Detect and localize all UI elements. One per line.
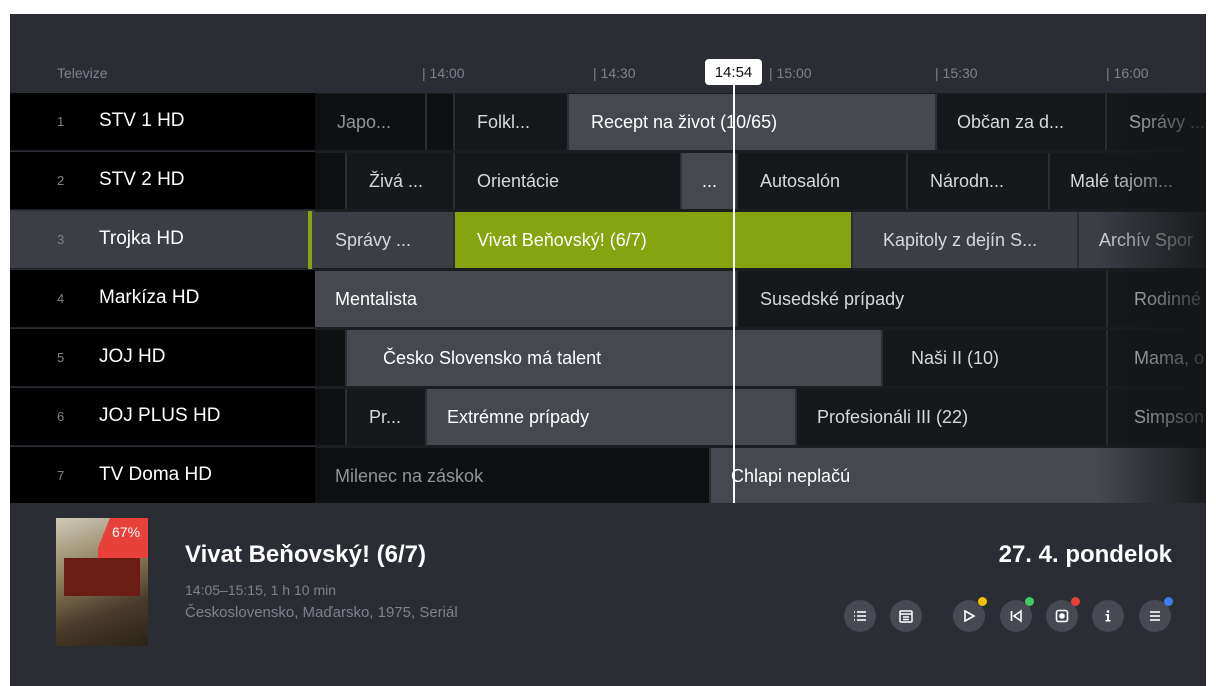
channel-number: 1 — [57, 114, 65, 129]
channel-row-selected[interactable]: 3 Trojka HD — [10, 211, 315, 269]
channel-name: Markíza HD — [99, 287, 200, 308]
program-cell[interactable]: Naši II (10) — [883, 330, 1108, 386]
program-cell — [315, 330, 347, 386]
info-icon — [1105, 610, 1111, 622]
program-cell[interactable]: Autosalón — [738, 153, 908, 209]
program-cell[interactable]: Orientácie — [455, 153, 682, 209]
program-cell[interactable]: Kapitoly z dejín S... — [853, 212, 1079, 268]
channel-row[interactable]: 2 STV 2 HD — [10, 152, 315, 210]
program-cell[interactable]: Národn... — [908, 153, 1050, 209]
time-tick: | 16:00 — [1106, 65, 1149, 81]
program-cell[interactable]: Susedské prípady — [738, 271, 1108, 327]
program-cell[interactable]: Folkl... — [455, 94, 569, 150]
program-cell[interactable]: Chlapi neplačú — [711, 448, 1206, 503]
list-icon — [854, 611, 866, 621]
calendar-button[interactable] — [890, 600, 922, 632]
channel-name: Trojka HD — [99, 228, 184, 249]
info-button[interactable] — [1092, 600, 1124, 632]
program-cell — [315, 153, 347, 209]
program-cell[interactable]: Pr... — [347, 389, 427, 445]
channel-row[interactable]: 7 TV Doma HD — [10, 447, 315, 505]
schedule-row: Živá ... Orientácie ... Autosalón Národn… — [315, 152, 1206, 210]
program-cell[interactable]: Rodinné — [1108, 271, 1206, 327]
schedule-row: Milenec na záskok Chlapi neplačú — [315, 447, 1206, 503]
channel-number: 6 — [57, 409, 65, 424]
program-meta: Československo, Maďarsko, 1975, Seriál — [185, 604, 458, 621]
green-dot — [1025, 597, 1034, 606]
time-tick: | 14:00 — [422, 65, 465, 81]
program-cell[interactable]: Mama, o — [1108, 330, 1206, 386]
progress-badge: 67% — [98, 518, 148, 558]
channel-row[interactable]: 1 STV 1 HD — [10, 93, 315, 151]
schedule-row: Japo... Folkl... Recept na život (10/65)… — [315, 93, 1206, 151]
channel-name: TV Doma HD — [99, 464, 212, 485]
program-cell-selected[interactable]: Vivat Beňovský! (6/7) — [455, 212, 853, 268]
channel-row[interactable]: 5 JOJ HD — [10, 329, 315, 387]
program-cell[interactable]: Živá ... — [347, 153, 455, 209]
time-tick: | 15:30 — [935, 65, 978, 81]
program-cell[interactable]: Správy ... — [1107, 94, 1206, 150]
menu-button[interactable] — [1139, 597, 1173, 632]
play-icon — [964, 609, 976, 623]
tv-guide-screen: Televize | 14:00 | 14:30 | 15:00 | 15:30… — [10, 14, 1206, 686]
channel-number: 5 — [57, 350, 65, 365]
program-title: Vivat Beňovský! (6/7) — [185, 541, 426, 568]
program-cell[interactable]: Malé tajom... — [1050, 153, 1206, 209]
restart-button[interactable] — [1000, 597, 1034, 632]
schedule-row: Mentalista Susedské prípady Rodinné — [315, 270, 1206, 328]
program-grid: Japo... Folkl... Recept na život (10/65)… — [315, 93, 1206, 503]
channel-number: 4 — [57, 291, 65, 306]
channel-number: 3 — [57, 232, 65, 247]
poster-artwork — [64, 558, 140, 596]
program-cell[interactable]: Profesionáli III (22) — [797, 389, 1108, 445]
program-cell[interactable]: Česko Slovensko má talent — [347, 330, 883, 386]
program-cell — [315, 389, 347, 445]
program-cell[interactable]: Správy ... — [315, 212, 455, 268]
schedule-row: Správy ... Vivat Beňovský! (6/7) Kapitol… — [315, 211, 1206, 269]
calendar-icon — [899, 610, 913, 623]
channel-name: STV 1 HD — [99, 110, 185, 131]
selection-indicator — [308, 211, 312, 269]
channel-row[interactable]: 6 JOJ PLUS HD — [10, 388, 315, 446]
program-cell[interactable]: Japo... — [315, 94, 427, 150]
time-tick: | 15:00 — [769, 65, 812, 81]
program-cell[interactable]: ... — [682, 153, 738, 209]
program-cell[interactable]: Archív Spor — [1079, 212, 1206, 268]
current-time-badge: 14:54 — [705, 59, 762, 85]
channel-name: STV 2 HD — [99, 169, 185, 190]
program-cell[interactable]: Extrémne prípady — [427, 389, 797, 445]
program-cell[interactable]: Recept na život (10/65) — [569, 94, 937, 150]
menu-icon — [1150, 611, 1160, 621]
current-date: 27. 4. pondelok — [998, 541, 1172, 568]
restart-icon — [1010, 609, 1022, 623]
red-dot — [1071, 597, 1080, 606]
channel-row[interactable]: 4 Markíza HD — [10, 270, 315, 328]
channel-name: JOJ HD — [99, 346, 166, 367]
program-cell[interactable] — [427, 94, 455, 150]
record-button[interactable] — [1046, 597, 1080, 632]
record-icon — [1055, 609, 1069, 623]
program-cell[interactable]: Mentalista — [315, 271, 738, 327]
current-time-line — [733, 85, 735, 503]
section-label: Televize — [57, 65, 108, 81]
channel-number: 7 — [57, 468, 65, 483]
list-button[interactable] — [844, 600, 876, 632]
play-button[interactable] — [953, 597, 987, 632]
schedule-row: Pr... Extrémne prípady Profesionáli III … — [315, 388, 1206, 446]
time-tick: | 14:30 — [593, 65, 636, 81]
program-time: 14:05–15:15, 1 h 10 min — [185, 582, 337, 598]
program-cell[interactable]: Občan za d... — [937, 94, 1107, 150]
program-cell[interactable]: Milenec na záskok — [315, 448, 711, 503]
program-poster: 67% — [56, 518, 148, 646]
program-cell[interactable]: Simpson — [1108, 389, 1206, 445]
schedule-row: Česko Slovensko má talent Naši II (10) M… — [315, 329, 1206, 387]
yellow-dot — [978, 597, 987, 606]
timeline-header: Televize | 14:00 | 14:30 | 15:00 | 15:30… — [10, 14, 1206, 93]
blue-dot — [1164, 597, 1173, 606]
channel-number: 2 — [57, 173, 65, 188]
channel-name: JOJ PLUS HD — [99, 405, 221, 426]
program-info-panel: 67% Vivat Beňovský! (6/7) 14:05–15:15, 1… — [10, 503, 1206, 686]
channel-list: 1 STV 1 HD 2 STV 2 HD 3 Trojka HD 4 Mark… — [10, 93, 315, 505]
